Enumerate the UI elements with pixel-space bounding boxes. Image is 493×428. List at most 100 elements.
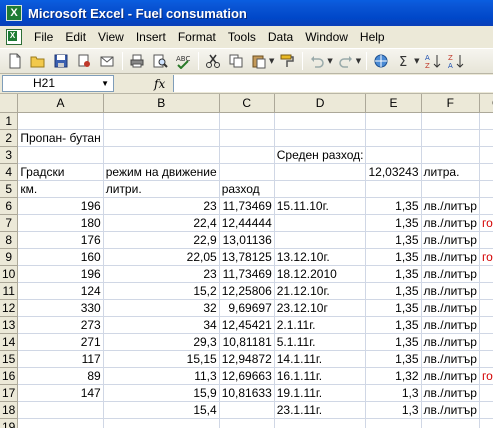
cell-b2[interactable] (103, 129, 220, 147)
cell-c11[interactable]: 12,25806 (219, 282, 275, 300)
cell-e5[interactable] (365, 180, 422, 198)
cell-a5[interactable]: км. (17, 180, 104, 198)
row-header[interactable]: 12 (0, 299, 19, 317)
cell-f16[interactable]: лв./литър (421, 367, 480, 385)
cell-c16[interactable]: 12,69663 (219, 367, 275, 385)
undo-icon[interactable] (306, 50, 328, 72)
cell-d19[interactable] (274, 418, 367, 428)
cell-e19[interactable] (365, 418, 422, 428)
cell-e14[interactable]: 1,35 (365, 333, 422, 351)
cell-c15[interactable]: 12,94872 (219, 350, 275, 368)
cell-a1[interactable] (17, 112, 104, 130)
cell-f13[interactable]: лв./литър (421, 316, 480, 334)
cell-a4[interactable]: Градски (17, 163, 104, 181)
cell-f18[interactable]: лв./литър (421, 401, 480, 419)
cell-f7[interactable]: лв./литър (421, 214, 480, 232)
cell-b4[interactable]: режим на движение (103, 163, 220, 181)
formula-input[interactable] (173, 75, 493, 92)
cell-c4[interactable] (219, 163, 275, 181)
email-icon[interactable] (96, 50, 118, 72)
cell-e10[interactable]: 1,35 (365, 265, 422, 283)
cell-d11[interactable]: 21.12.10г. (274, 282, 367, 300)
cell-g3[interactable] (479, 146, 493, 164)
cell-g2[interactable] (479, 129, 493, 147)
cell-d5[interactable] (274, 180, 367, 198)
row-header[interactable]: 3 (0, 146, 19, 164)
copy-icon[interactable] (225, 50, 247, 72)
row-header[interactable]: 10 (0, 265, 19, 283)
select-all-corner[interactable] (0, 94, 19, 113)
cell-g4[interactable] (479, 163, 493, 181)
cell-d3[interactable]: Среден разход: (274, 146, 367, 164)
cell-e17[interactable]: 1,3 (365, 384, 422, 402)
cell-g12[interactable] (479, 299, 493, 317)
cell-b6[interactable]: 23 (103, 197, 220, 215)
cell-d4[interactable] (274, 163, 367, 181)
cell-f12[interactable]: лв./литър (421, 299, 480, 317)
cell-c3[interactable] (219, 146, 275, 164)
cell-e8[interactable]: 1,35 (365, 231, 422, 249)
cell-c12[interactable]: 9,69697 (219, 299, 275, 317)
row-header[interactable]: 2 (0, 129, 19, 147)
cell-d17[interactable]: 19.1.11г. (274, 384, 367, 402)
cell-e9[interactable]: 1,35 (365, 248, 422, 266)
cell-b14[interactable]: 29,3 (103, 333, 220, 351)
cell-g5[interactable] (479, 180, 493, 198)
cell-f15[interactable]: лв./литър (421, 350, 480, 368)
row-header[interactable]: 1 (0, 112, 19, 130)
row-header[interactable]: 19 (0, 418, 19, 428)
cell-b7[interactable]: 22,4 (103, 214, 220, 232)
cell-f8[interactable]: лв./литър (421, 231, 480, 249)
cell-g19[interactable] (479, 418, 493, 428)
column-header-g[interactable]: G (479, 94, 493, 113)
print-preview-icon[interactable] (149, 50, 171, 72)
cell-g16[interactable]: гонки (479, 367, 493, 385)
column-header-d[interactable]: D (274, 94, 367, 113)
cell-d15[interactable]: 14.1.11г. (274, 350, 367, 368)
redo-icon[interactable] (335, 50, 357, 72)
cell-c7[interactable]: 12,44444 (219, 214, 275, 232)
cell-g9[interactable]: гонки (479, 248, 493, 266)
menu-format[interactable]: Format (172, 27, 222, 47)
cell-c6[interactable]: 11,73469 (219, 197, 275, 215)
cell-e18[interactable]: 1,3 (365, 401, 422, 419)
cell-a14[interactable]: 271 (17, 333, 104, 351)
menu-edit[interactable]: Edit (59, 27, 92, 47)
row-header[interactable]: 13 (0, 316, 19, 334)
cell-g6[interactable] (479, 197, 493, 215)
cell-f4[interactable]: литра. (421, 163, 480, 181)
cell-a10[interactable]: 196 (17, 265, 104, 283)
cell-g1[interactable] (479, 112, 493, 130)
print-icon[interactable] (126, 50, 148, 72)
cell-e15[interactable]: 1,35 (365, 350, 422, 368)
row-header[interactable]: 7 (0, 214, 19, 232)
spelling-icon[interactable]: ABC (172, 50, 194, 72)
cell-c14[interactable]: 10,81181 (219, 333, 275, 351)
save-icon[interactable] (50, 50, 72, 72)
menu-data[interactable]: Data (262, 27, 299, 47)
cell-c1[interactable] (219, 112, 275, 130)
cell-a6[interactable]: 196 (17, 197, 104, 215)
cell-d12[interactable]: 23.12.10г (274, 299, 367, 317)
row-header[interactable]: 8 (0, 231, 19, 249)
menu-view[interactable]: View (92, 27, 130, 47)
cell-c17[interactable]: 10,81633 (219, 384, 275, 402)
column-header-b[interactable]: B (103, 94, 220, 113)
cell-a7[interactable]: 180 (17, 214, 104, 232)
row-header[interactable]: 6 (0, 197, 19, 215)
menu-file[interactable]: File (28, 27, 59, 47)
cell-g17[interactable] (479, 384, 493, 402)
cell-g14[interactable] (479, 333, 493, 351)
cell-b1[interactable] (103, 112, 220, 130)
cell-e13[interactable]: 1,35 (365, 316, 422, 334)
paste-dropdown-icon[interactable]: ▼ (269, 57, 274, 65)
cell-b11[interactable]: 15,2 (103, 282, 220, 300)
row-header[interactable]: 11 (0, 282, 19, 300)
cell-e2[interactable] (365, 129, 422, 147)
name-box[interactable]: H21 ▼ (2, 75, 114, 92)
cell-e6[interactable]: 1,35 (365, 197, 422, 215)
cell-a19[interactable] (17, 418, 104, 428)
hyperlink-icon[interactable] (370, 50, 392, 72)
cell-a13[interactable]: 273 (17, 316, 104, 334)
cell-f10[interactable]: лв./литър (421, 265, 480, 283)
